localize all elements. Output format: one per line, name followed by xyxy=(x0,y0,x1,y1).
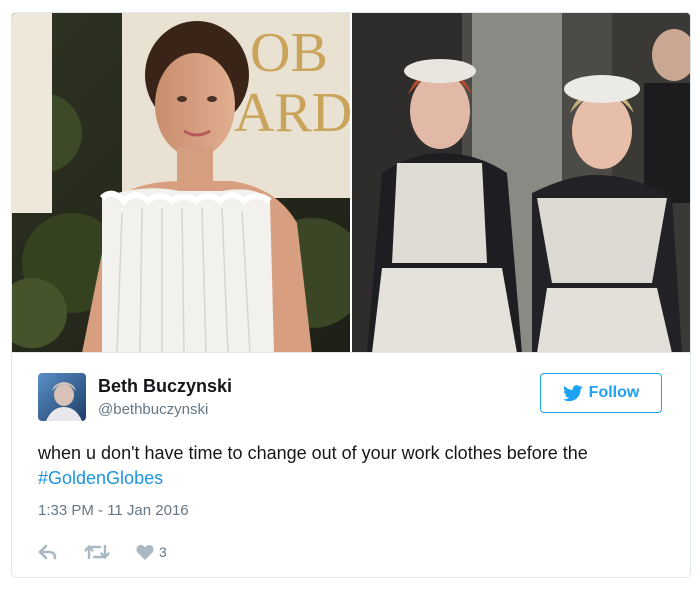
follow-button-label: Follow xyxy=(588,384,640,401)
user-handle[interactable]: @bethbuczynski xyxy=(98,401,208,418)
heart-icon xyxy=(136,544,154,560)
svg-text:OB: OB xyxy=(250,22,328,84)
retweet-button[interactable] xyxy=(84,543,110,561)
retweet-icon xyxy=(84,543,110,561)
display-name[interactable]: Beth Buczynski xyxy=(98,376,232,397)
follow-button[interactable]: Follow xyxy=(540,373,662,413)
like-count: 3 xyxy=(159,544,167,560)
reply-icon xyxy=(38,544,58,560)
svg-text:ARD: ARD xyxy=(234,82,350,144)
red-carpet-photo[interactable]: OB ARD xyxy=(12,13,350,353)
like-button[interactable]: 3 xyxy=(136,544,167,560)
twitter-bird-icon xyxy=(562,384,583,402)
avatar[interactable] xyxy=(38,373,86,421)
tweet-timestamp[interactable]: 1:33 PM - 11 Jan 2016 xyxy=(38,502,189,519)
maid-uniform-photo[interactable] xyxy=(352,13,690,353)
media-divider-line xyxy=(12,352,690,353)
reply-button[interactable] xyxy=(38,544,58,560)
tweet-text: when u don't have time to change out of … xyxy=(38,441,668,491)
tweet-actions: 3 xyxy=(38,541,193,563)
tweet-body: when u don't have time to change out of … xyxy=(38,443,588,463)
tweet-card: OB ARD Beth Buczynski @bethbuczynski Fol… xyxy=(11,12,691,578)
hashtag-link[interactable]: #GoldenGlobes xyxy=(38,468,163,488)
tweet-media[interactable]: OB ARD xyxy=(12,13,690,353)
